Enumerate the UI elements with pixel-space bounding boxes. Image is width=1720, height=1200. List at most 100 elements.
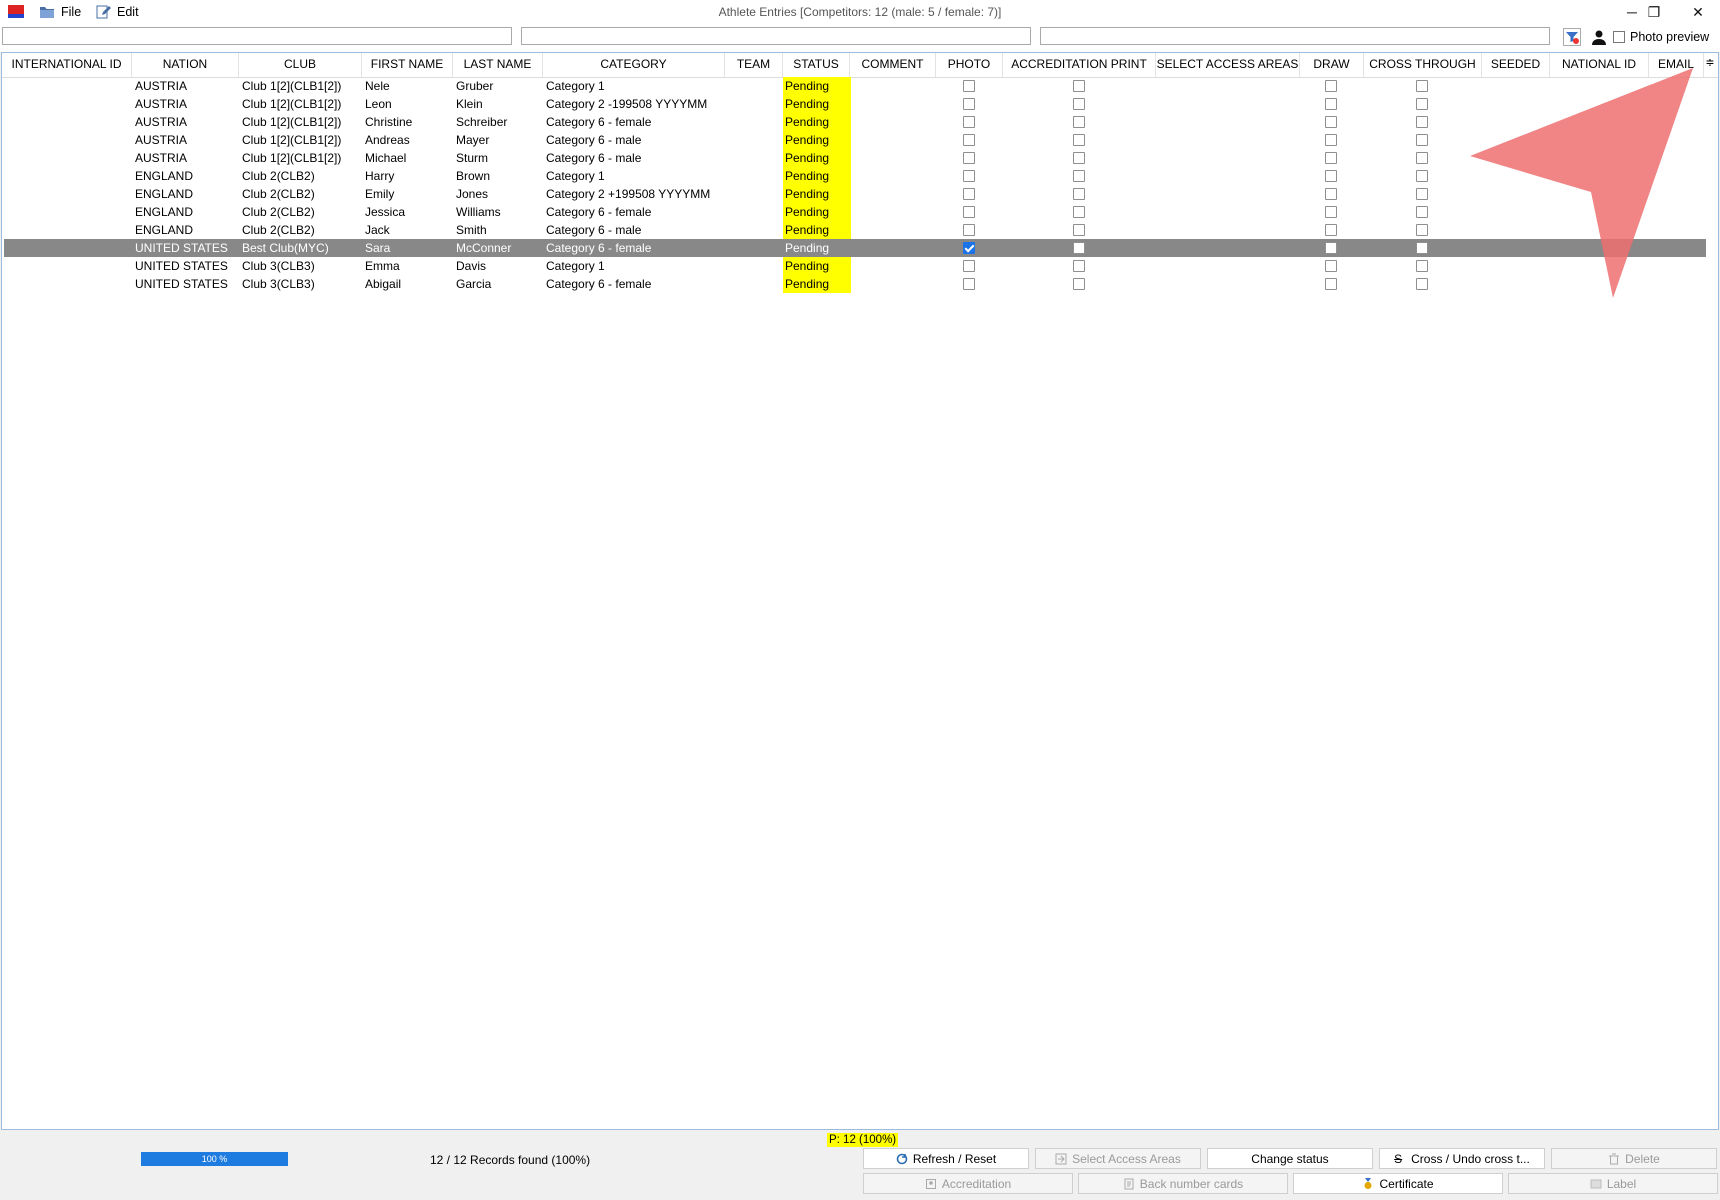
cross-through-checkbox[interactable] (1416, 116, 1428, 128)
col-header-seeded[interactable]: SEEDED (1482, 53, 1550, 77)
col-header-photo[interactable]: PHOTO (936, 53, 1003, 77)
cross-through-checkbox[interactable] (1416, 80, 1428, 92)
cross-through-checkbox[interactable] (1416, 152, 1428, 164)
draw-checkbox[interactable] (1325, 80, 1337, 92)
accreditation-print-checkbox[interactable] (1073, 242, 1085, 254)
photo-checkbox[interactable] (963, 260, 975, 272)
table-row[interactable]: AUSTRIA Club 1[2](CLB1[2]) Leon Klein Catego… (4, 95, 1706, 113)
select-access-areas-button[interactable]: Select Access Areas (1035, 1148, 1201, 1169)
label-button[interactable]: Label (1508, 1173, 1718, 1194)
draw-checkbox[interactable] (1325, 98, 1337, 110)
table-row[interactable]: UNITED STATES Club 3(CLB3) Abigail Garcia Ca… (4, 275, 1706, 293)
photo-checkbox[interactable] (963, 206, 975, 218)
accreditation-print-checkbox[interactable] (1073, 134, 1085, 146)
accreditation-button[interactable]: Accreditation (863, 1173, 1073, 1194)
photo-preview-label: Photo preview (1630, 30, 1710, 44)
clear-filter-icon[interactable] (1563, 28, 1581, 46)
table-row[interactable]: UNITED STATES Best Club(MYC) Sara McConner C… (4, 239, 1706, 257)
photo-checkbox[interactable] (963, 116, 975, 128)
cross-through-checkbox[interactable] (1416, 260, 1428, 272)
draw-checkbox[interactable] (1325, 242, 1337, 254)
table-row[interactable]: ENGLAND Club 2(CLB2) Harry Brown Category 1 P… (4, 167, 1706, 185)
col-header-comment[interactable]: COMMENT (850, 53, 936, 77)
accreditation-print-checkbox[interactable] (1073, 206, 1085, 218)
table-row[interactable]: AUSTRIA Club 1[2](CLB1[2]) Christine Schrei… (4, 113, 1706, 131)
col-header-first-name[interactable]: FIRST NAME (362, 53, 453, 77)
accreditation-print-checkbox[interactable] (1073, 152, 1085, 164)
accreditation-print-checkbox[interactable] (1073, 224, 1085, 236)
cross-through-checkbox[interactable] (1416, 206, 1428, 218)
accreditation-print-checkbox[interactable] (1073, 116, 1085, 128)
cross-through-checkbox[interactable] (1416, 170, 1428, 182)
col-header-draw[interactable]: DRAW (1300, 53, 1364, 77)
photo-checkbox[interactable] (963, 152, 975, 164)
filter-input-3[interactable] (1040, 27, 1550, 45)
col-header-club[interactable]: CLUB (239, 53, 362, 77)
filter-input-1[interactable] (2, 27, 512, 45)
table-row[interactable]: ENGLAND Club 2(CLB2) Jack Smith Category 6 -… (4, 221, 1706, 239)
cell-nation: ENGLAND (135, 223, 194, 237)
delete-button[interactable]: Delete (1551, 1148, 1717, 1169)
accreditation-print-checkbox[interactable] (1073, 170, 1085, 182)
draw-checkbox[interactable] (1325, 116, 1337, 128)
photo-checkbox[interactable] (963, 224, 975, 236)
filter-input-2[interactable] (521, 27, 1031, 45)
col-header-accreditation-print[interactable]: ACCREDITATION PRINT (1003, 53, 1156, 77)
column-chooser-icon[interactable]: ≑ (1704, 57, 1716, 69)
col-header-nation[interactable]: NATION (132, 53, 239, 77)
col-header-last-name[interactable]: LAST NAME (453, 53, 543, 77)
accreditation-print-checkbox[interactable] (1073, 188, 1085, 200)
photo-checkbox[interactable] (963, 188, 975, 200)
accreditation-print-checkbox[interactable] (1073, 260, 1085, 272)
photo-checkbox[interactable] (963, 278, 975, 290)
restore-button[interactable]: ❐ (1632, 0, 1676, 24)
p-count-badge: P: 12 (100%) (827, 1133, 899, 1147)
col-header-status[interactable]: STATUS (783, 53, 850, 77)
col-header-select-access-areas[interactable]: SELECT ACCESS AREAS (1156, 53, 1300, 77)
refresh-reset-button[interactable]: Refresh / Reset (863, 1148, 1029, 1169)
col-header-category[interactable]: CATEGORY (543, 53, 725, 77)
draw-checkbox[interactable] (1325, 188, 1337, 200)
photo-preview-checkbox[interactable] (1613, 31, 1625, 43)
photo-checkbox[interactable] (963, 80, 975, 92)
draw-checkbox[interactable] (1325, 134, 1337, 146)
certificate-button[interactable]: Certificate (1293, 1173, 1503, 1194)
draw-checkbox[interactable] (1325, 170, 1337, 182)
draw-checkbox[interactable] (1325, 152, 1337, 164)
back-number-cards-button[interactable]: Back number cards (1078, 1173, 1288, 1194)
table-row[interactable]: UNITED STATES Club 3(CLB3) Emma Davis Catego… (4, 257, 1706, 275)
table-row[interactable]: AUSTRIA Club 1[2](CLB1[2]) Michael Sturm Cat… (4, 149, 1706, 167)
change-status-button[interactable]: Change status (1207, 1148, 1373, 1169)
cross-through-checkbox[interactable] (1416, 224, 1428, 236)
photo-checkbox[interactable] (963, 242, 975, 254)
accreditation-print-checkbox[interactable] (1073, 80, 1085, 92)
filter-bar: Photo preview (0, 24, 1720, 52)
cross-undo-button[interactable]: S Cross / Undo cross t... (1379, 1148, 1545, 1169)
col-header-national-id[interactable]: NATIONAL ID (1550, 53, 1649, 77)
table-row[interactable]: ENGLAND Club 2(CLB2) Emily Jones Category 2 … (4, 185, 1706, 203)
table-row[interactable]: AUSTRIA Club 1[2](CLB1[2]) Andreas Mayer Cat… (4, 131, 1706, 149)
cross-through-checkbox[interactable] (1416, 242, 1428, 254)
cross-through-checkbox[interactable] (1416, 134, 1428, 146)
photo-checkbox[interactable] (963, 98, 975, 110)
table-row[interactable]: ENGLAND Club 2(CLB2) Jessica Williams Catego… (4, 203, 1706, 221)
photo-checkbox[interactable] (963, 134, 975, 146)
cross-through-checkbox[interactable] (1416, 98, 1428, 110)
photo-checkbox[interactable] (963, 170, 975, 182)
accreditation-print-checkbox[interactable] (1073, 278, 1085, 290)
draw-checkbox[interactable] (1325, 224, 1337, 236)
draw-checkbox[interactable] (1325, 278, 1337, 290)
label-icon (1590, 1179, 1602, 1188)
col-header-international-id[interactable]: INTERNATIONAL ID (2, 53, 132, 77)
table-row[interactable]: AUSTRIA Club 1[2](CLB1[2]) Nele Gruber Categ… (4, 77, 1706, 95)
cross-through-checkbox[interactable] (1416, 278, 1428, 290)
cross-through-checkbox[interactable] (1416, 188, 1428, 200)
draw-checkbox[interactable] (1325, 206, 1337, 218)
accreditation-print-checkbox[interactable] (1073, 98, 1085, 110)
certificate-label: Certificate (1379, 1176, 1434, 1191)
col-header-email[interactable]: EMAIL (1649, 53, 1704, 77)
col-header-cross-through[interactable]: CROSS THROUGH (1364, 53, 1482, 77)
close-button[interactable]: ✕ (1676, 0, 1720, 24)
col-header-team[interactable]: TEAM (725, 53, 783, 77)
draw-checkbox[interactable] (1325, 260, 1337, 272)
